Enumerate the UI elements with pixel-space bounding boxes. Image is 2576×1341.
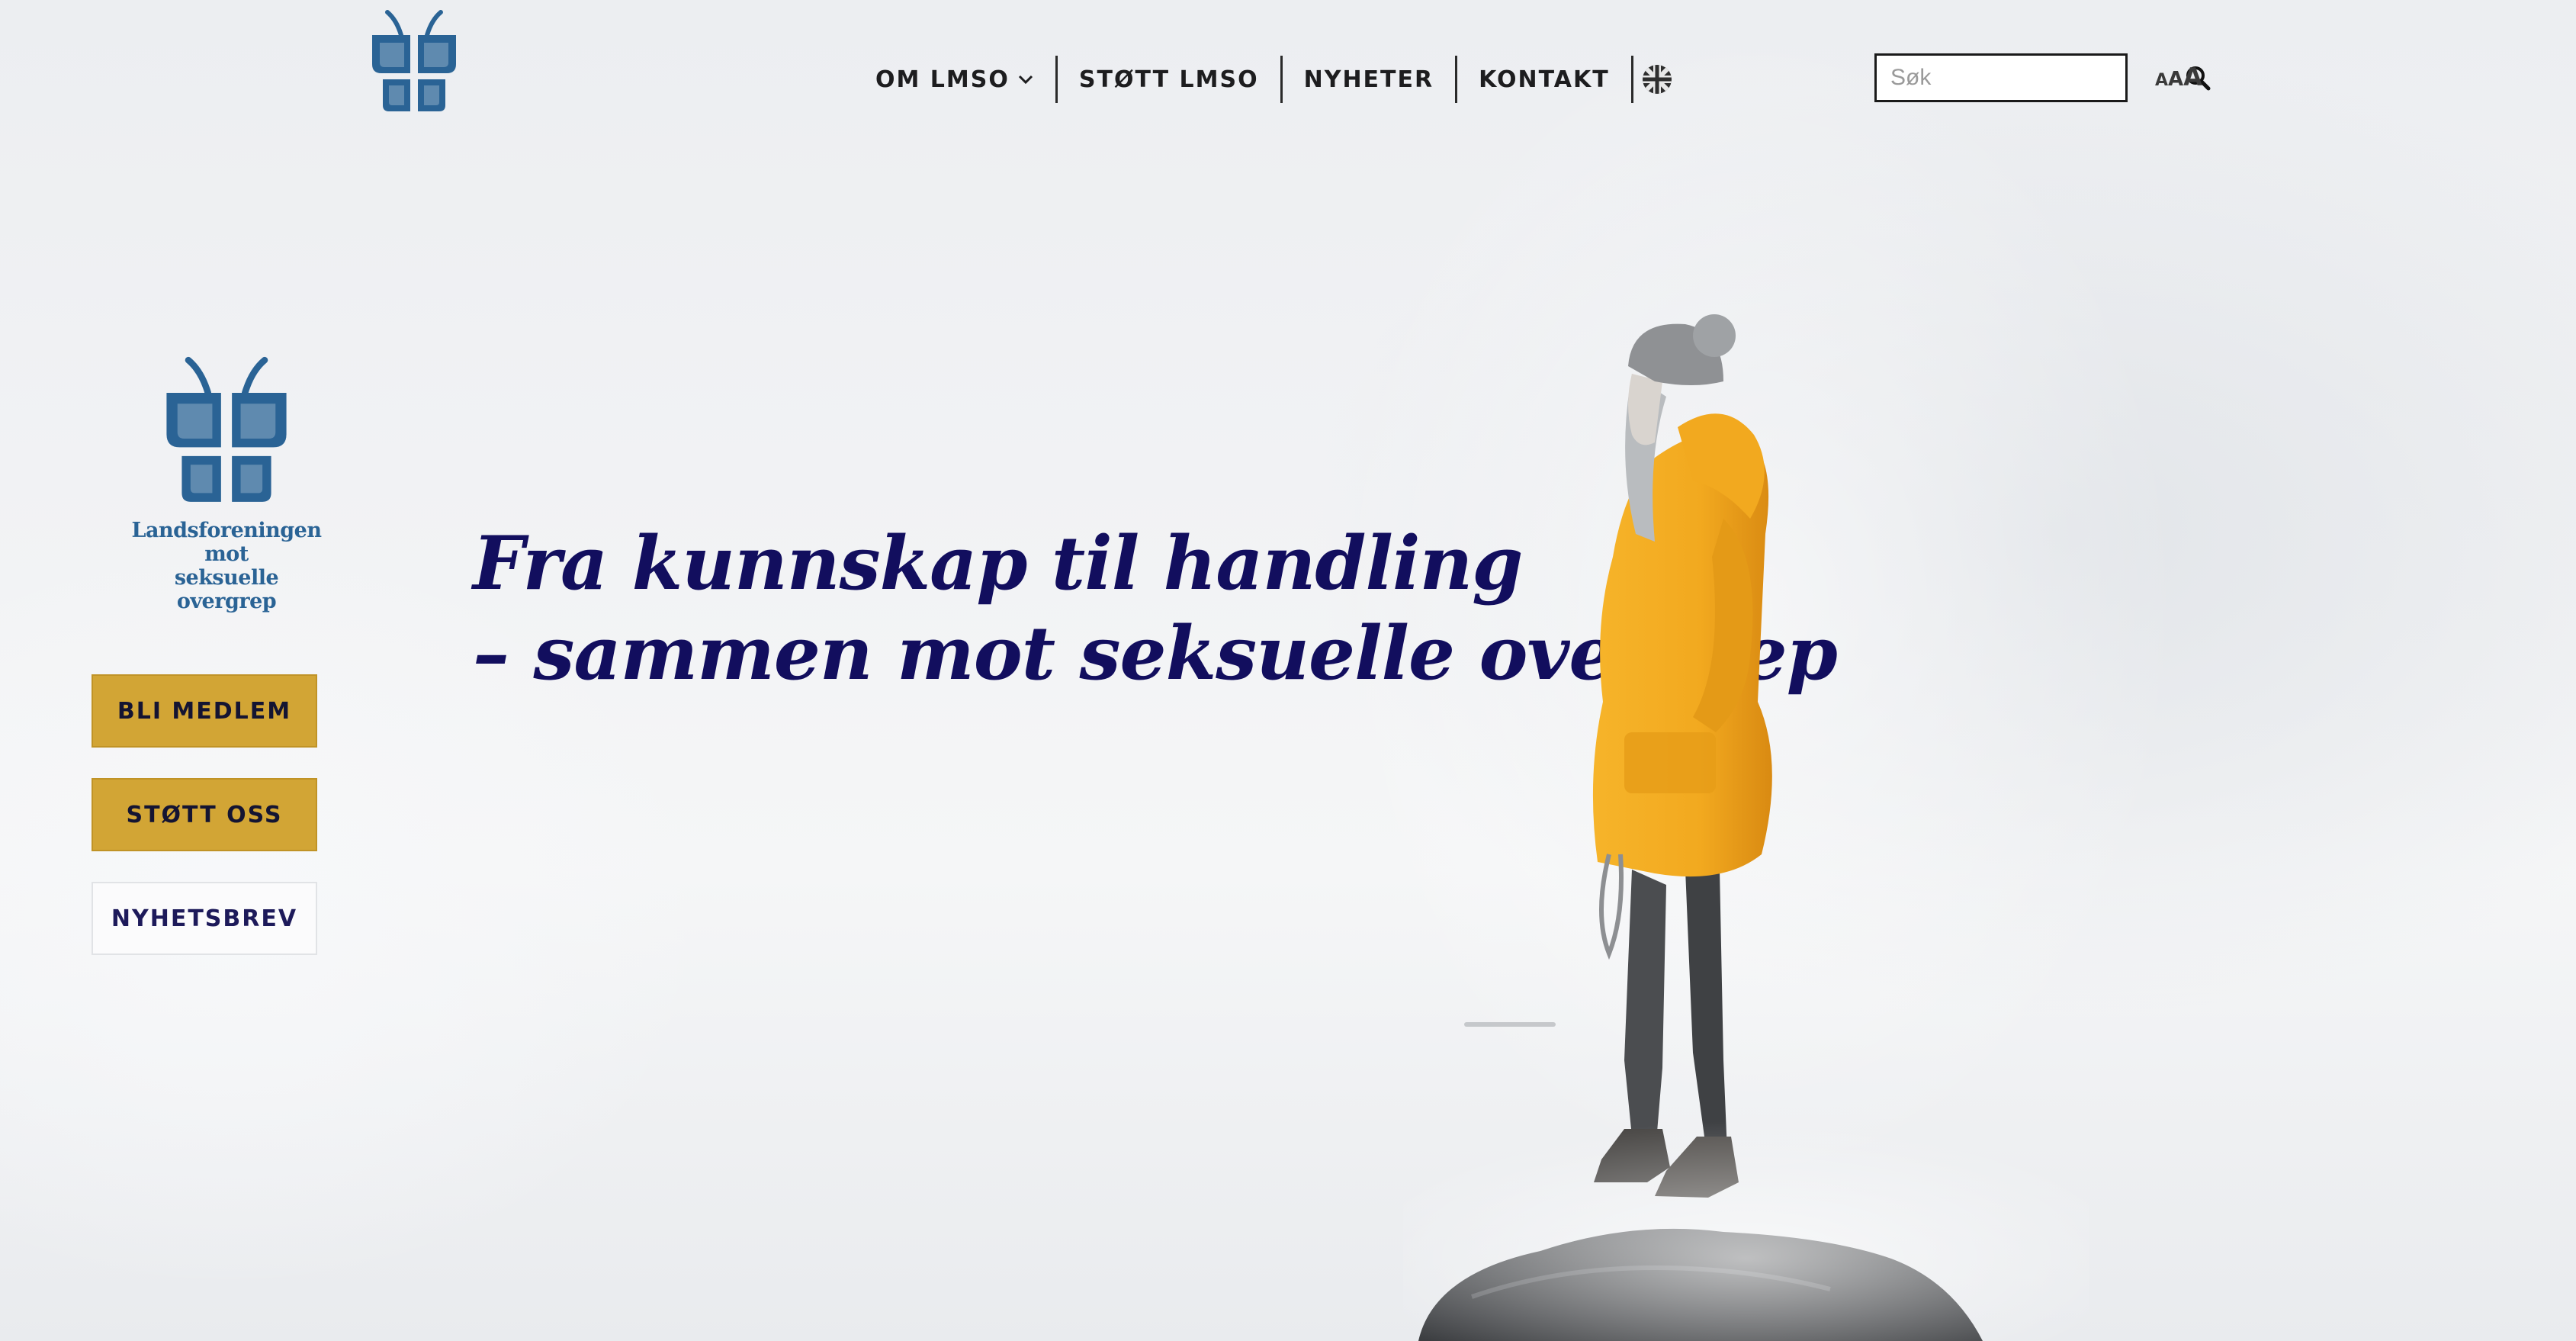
join-button[interactable]: BLI MEDLEM xyxy=(92,674,317,748)
search-input[interactable] xyxy=(1877,56,2185,99)
newsletter-button[interactable]: NYHETSBREV xyxy=(92,882,317,955)
nav-item-kontakt[interactable]: KONTAKT xyxy=(1457,55,1631,104)
support-button[interactable]: STØTT OSS xyxy=(92,778,317,851)
nav-item-om-lmso[interactable]: OM LMSO xyxy=(862,55,1055,104)
header-logo[interactable] xyxy=(366,6,462,117)
nav-item-label: STØTT LMSO xyxy=(1078,66,1259,93)
org-name-line2: seksuelle overgrep xyxy=(174,566,279,613)
hero-photo-person-on-rock xyxy=(1403,314,2089,1341)
butterfly-logo-icon xyxy=(166,356,287,502)
org-name: Landsforeningen mot seksuelle overgrep xyxy=(131,519,322,613)
search-box xyxy=(1874,53,2211,102)
language-switch[interactable] xyxy=(1633,55,1673,104)
font-size-toggle[interactable]: A A A xyxy=(2155,63,2202,92)
org-logo[interactable]: Landsforeningen mot seksuelle overgrep xyxy=(131,351,322,613)
nav-item-label: NYHETER xyxy=(1303,66,1434,93)
uk-flag-icon xyxy=(1642,65,1672,94)
nav-item-stott-lmso[interactable]: STØTT LMSO xyxy=(1058,55,1280,104)
page: OM LMSO STØTT LMSO NYHETER KONTAKT Søk A… xyxy=(0,0,2576,1341)
org-name-line1: Landsforeningen mot xyxy=(131,519,322,566)
main-nav: OM LMSO STØTT LMSO NYHETER KONTAKT xyxy=(862,55,1673,104)
nav-item-label: KONTAKT xyxy=(1479,66,1610,93)
font-size-large[interactable]: A xyxy=(2183,63,2202,92)
butterfly-logo-icon xyxy=(372,10,456,111)
nav-item-label: OM LMSO xyxy=(875,66,1010,93)
font-size-small[interactable]: A xyxy=(2155,71,2168,90)
nav-item-nyheter[interactable]: NYHETER xyxy=(1283,55,1456,104)
chevron-down-icon xyxy=(1018,75,1033,85)
font-size-medium[interactable]: A xyxy=(2168,68,2183,91)
